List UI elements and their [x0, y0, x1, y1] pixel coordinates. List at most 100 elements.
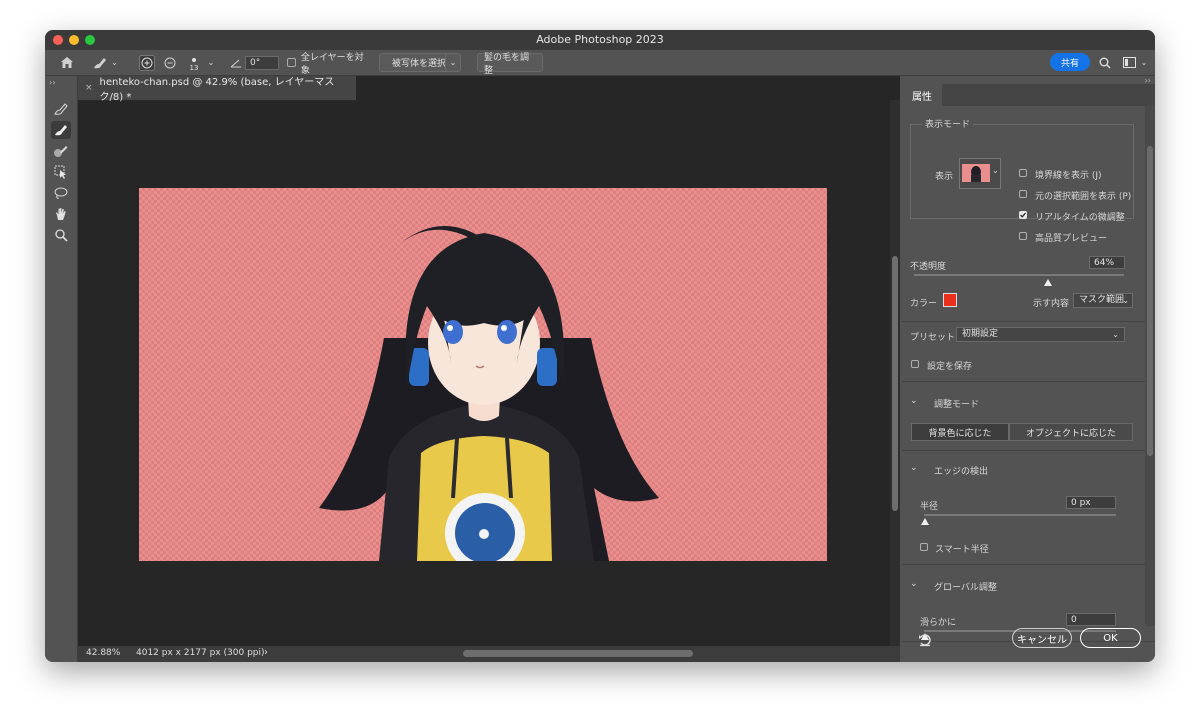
document-canvas[interactable] — [139, 188, 827, 561]
save-settings-checkbox[interactable] — [911, 360, 919, 368]
chevron-down-icon: ⌄ — [992, 166, 999, 175]
sample-all-layers-label: 全レイヤーを対象 — [300, 52, 364, 76]
properties-panel: ›› 属性 表示モード 表示 ⌄ 境界線を表示 (J) 元の選択範囲を表示 (P… — [902, 76, 1155, 662]
radius-input[interactable]: 0 px — [1066, 496, 1116, 509]
angle-field-wrap: 0° — [245, 50, 279, 75]
opacity-input[interactable]: 64% — [1089, 256, 1125, 269]
vertical-scrollbar[interactable] — [890, 100, 900, 646]
show-edge-checkbox[interactable] — [1019, 169, 1027, 177]
view-label: 表示 — [935, 172, 954, 182]
global-refinements-label: グローバル調整 — [934, 583, 997, 593]
search-icon — [1099, 57, 1111, 68]
quick-selection-tool[interactable] — [51, 100, 71, 118]
ok-button[interactable]: OK — [1080, 628, 1141, 648]
close-document-icon[interactable]: × — [85, 83, 93, 93]
document-tab[interactable]: × henteko-chan.psd @ 42.9% (base, レイヤーマス… — [78, 76, 356, 103]
workspace-dropdown[interactable]: ⌄ — [1139, 50, 1149, 75]
smart-radius-label: スマート半径 — [935, 545, 989, 555]
reset-button[interactable] — [918, 632, 932, 651]
save-settings-label: 設定を保存 — [927, 362, 973, 372]
color-aware-mode-button[interactable]: 背景色に応じた — [911, 423, 1009, 441]
chevron-down-icon: ⌄ — [449, 58, 457, 67]
home-icon — [61, 57, 73, 68]
edge-detection-chevron-icon[interactable]: ⌄ — [910, 463, 918, 473]
realtime-refinement-checkbox[interactable] — [1019, 211, 1027, 219]
cancel-button[interactable]: キャンセル — [1012, 628, 1072, 648]
zoom-tool[interactable] — [51, 226, 71, 244]
opacity-slider-thumb[interactable] — [1044, 279, 1053, 286]
workspace-button[interactable] — [1121, 50, 1137, 75]
preset-value: 初期設定 — [962, 329, 999, 339]
refine-mode-chevron-icon[interactable]: ⌄ — [910, 396, 918, 406]
checkbox-icon — [287, 58, 296, 67]
chevron-down-icon: ⌄ — [1112, 330, 1119, 339]
sample-all-layers-checkbox[interactable]: 全レイヤーを対象 — [287, 50, 371, 76]
divider — [902, 321, 1145, 322]
chevron-down-icon: ⌄ — [207, 58, 215, 67]
show-edge-label: 境界線を表示 (J) — [1035, 171, 1102, 181]
vertical-scroll-thumb[interactable] — [892, 256, 898, 511]
chevron-down-icon: ⌄ — [111, 58, 118, 67]
edge-detection-label: エッジの検出 — [934, 467, 989, 477]
hand-icon — [56, 207, 66, 220]
global-refinements-chevron-icon[interactable]: ⌄ — [910, 579, 918, 589]
indicates-value: マスク範囲 — [1079, 295, 1125, 305]
workspace-icon — [1122, 57, 1136, 68]
divider — [902, 381, 1145, 382]
color-label: カラー — [910, 299, 938, 309]
subtract-from-selection-button[interactable] — [160, 50, 180, 75]
add-to-selection-button[interactable] — [137, 50, 157, 75]
brush-tool[interactable] — [51, 142, 71, 160]
brush-size-picker[interactable]: 13 — [185, 50, 203, 75]
refine-edge-brush-tool[interactable] — [51, 121, 71, 139]
checkmark-icon — [1020, 212, 1026, 218]
title-bar: Adobe Photoshop 2023 — [45, 30, 1155, 50]
angle-icon — [228, 50, 244, 75]
subtract-brush-icon — [164, 57, 176, 68]
status-menu-arrow[interactable]: › — [264, 647, 268, 658]
window-title: Adobe Photoshop 2023 — [536, 33, 664, 46]
document-dimensions: 4012 px x 2177 px (300 ppi) — [136, 648, 265, 658]
brush-dot-icon — [192, 57, 196, 62]
properties-tab[interactable]: 属性 — [902, 84, 942, 106]
angle-input[interactable]: 0° — [245, 55, 279, 70]
overlay-color-swatch[interactable] — [943, 293, 957, 307]
select-subject-dropdown[interactable]: ⌄ — [445, 53, 461, 72]
share-button[interactable]: 共有 — [1050, 53, 1090, 71]
lasso-tool[interactable] — [51, 184, 71, 202]
view-mode-dropdown[interactable]: ⌄ — [959, 158, 1001, 189]
brush-icon — [54, 146, 68, 157]
panel-scroll-thumb[interactable] — [1147, 146, 1153, 456]
chevron-down-icon: ⌄ — [1122, 296, 1129, 305]
hand-tool[interactable] — [51, 205, 71, 223]
brush-size-dropdown[interactable]: ⌄ — [205, 50, 217, 75]
zoom-icon — [55, 229, 68, 242]
status-bar: 42.88% 4012 px x 2177 px (300 ppi) › — [78, 646, 900, 662]
opacity-slider[interactable] — [914, 274, 1124, 276]
indicates-dropdown[interactable]: マスク範囲 ⌄ — [1073, 293, 1133, 308]
horizontal-scroll-thumb[interactable] — [463, 650, 693, 657]
radius-slider[interactable] — [924, 514, 1116, 516]
smooth-input[interactable]: 0 — [1066, 613, 1116, 626]
smooth-label: 滑らかに — [920, 618, 957, 628]
show-original-checkbox[interactable] — [1019, 190, 1027, 198]
home-button[interactable] — [55, 50, 79, 75]
collapse-toolbar-icon[interactable]: ›› — [49, 78, 55, 87]
tool-preset-picker[interactable]: ⌄ — [87, 50, 123, 75]
divider — [902, 564, 1145, 565]
refine-hair-button[interactable]: 髪の毛を調整 — [477, 53, 543, 76]
preset-label: プリセット — [910, 333, 956, 343]
object-selection-tool[interactable] — [51, 163, 71, 181]
smart-radius-checkbox[interactable] — [920, 543, 928, 551]
preset-dropdown[interactable]: 初期設定 ⌄ — [956, 327, 1125, 342]
search-button[interactable] — [1097, 50, 1113, 75]
panel-scrollbar[interactable] — [1145, 106, 1155, 626]
subject-illustration — [319, 226, 659, 561]
high-quality-preview-checkbox[interactable] — [1019, 232, 1027, 240]
object-aware-mode-button[interactable]: オブジェクトに応じた — [1009, 423, 1133, 441]
zoom-level[interactable]: 42.88% — [86, 648, 120, 658]
radius-slider-thumb[interactable] — [921, 518, 929, 525]
brush-size-value: 13 — [189, 63, 199, 72]
high-quality-preview-label: 高品質プレビュー — [1035, 234, 1108, 244]
photoshop-window: Adobe Photoshop 2023 ⌄ 13 ⌄ 0° 全レイヤーを対象 … — [45, 30, 1155, 662]
